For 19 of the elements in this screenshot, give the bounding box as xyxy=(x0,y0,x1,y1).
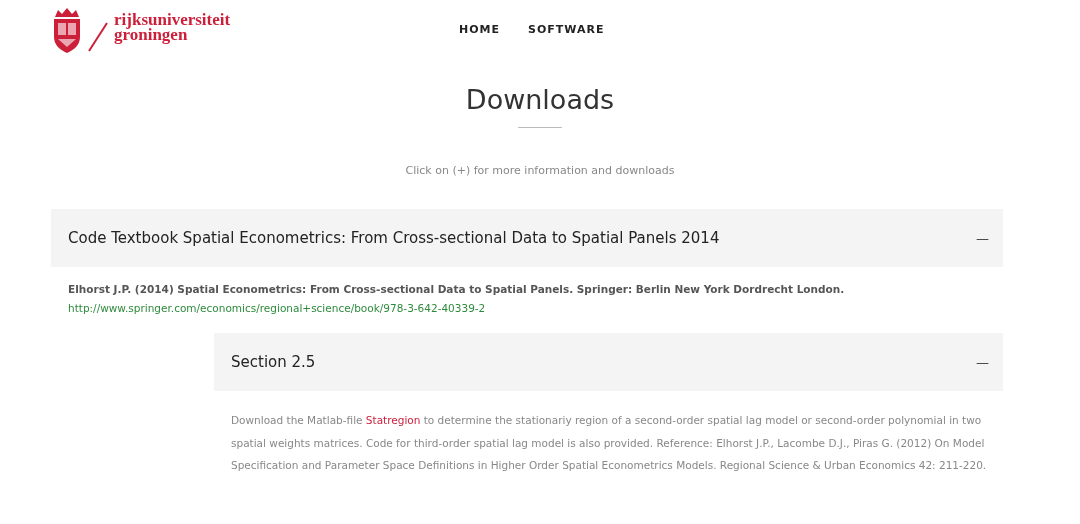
reference-text: Elhorst J.P. (2014) Spatial Econometrics: From Cross-sectional Data to Spatial Panels. Springer: Berlin New York Dordrecht London. xyxy=(68,283,845,295)
description-text: Download the Matlab-file Statregion to determine the stationariy region of a second-order spatial lag model or second-order polynomial in two spatial weights matrices. Code for third-order spatial lag model is also provided. Reference: Elhorst J.P., Lacombe D.J., Piras G. (2012) On Model Specification and Parameter Space Definitions in Higher Order Spatial Econometrics Models. Regional Science & Urban Economics 42: 211-220. xyxy=(231,413,988,473)
book-link[interactable]: http://www.springer.com/economics/regional+science/book/978-3-642-40339-2 xyxy=(68,302,486,314)
logo-text: groningen xyxy=(114,27,188,42)
nav-link[interactable]: HOME xyxy=(459,23,501,36)
subtitle: Click on (+) for more information and downloads xyxy=(405,164,675,177)
accordion-title: Section 2.5 xyxy=(231,353,316,371)
slash-icon xyxy=(88,22,108,52)
page-title: Downloads xyxy=(465,84,615,115)
title-underline xyxy=(518,127,562,128)
accordion-header[interactable]: Code Textbook Spatial Econometrics: From Cross-sectional Data to Spatial Panels 2014 — xyxy=(51,209,1003,267)
collapse-icon[interactable]: — xyxy=(976,354,989,370)
crest-icon xyxy=(52,7,82,53)
collapse-icon[interactable]: — xyxy=(976,230,989,246)
nav-link[interactable]: SOFTWARE xyxy=(528,23,605,36)
accordion-header[interactable]: Section 2.5 — xyxy=(214,333,1003,391)
file-link[interactable]: Statregion xyxy=(365,414,421,426)
logo-text: rijksuniversiteit xyxy=(114,12,231,27)
accordion-title: Code Textbook Spatial Econometrics: From Cross-sectional Data to Spatial Panels 2014 xyxy=(68,229,720,247)
